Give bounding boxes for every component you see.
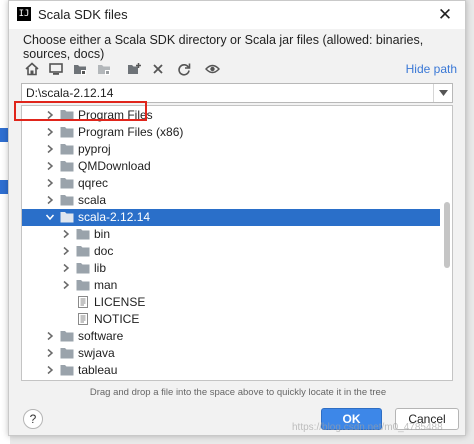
tree-row-label: pyproj	[78, 142, 111, 156]
tree-row-label: tableau	[78, 363, 118, 377]
home-icon[interactable]	[23, 60, 41, 78]
chevron-right-icon[interactable]	[44, 143, 56, 155]
path-value: D:\scala-2.12.14	[26, 86, 114, 100]
folder-icon	[60, 177, 74, 189]
folder-icon	[60, 211, 74, 223]
tree-row-label: scala	[78, 193, 107, 207]
chevron-right-icon[interactable]	[44, 160, 56, 172]
folder-icon	[76, 279, 90, 291]
tree-file-row[interactable]: NOTICE	[22, 311, 440, 328]
tree-row-label: man	[94, 278, 118, 292]
close-icon[interactable]: ✕	[433, 3, 457, 27]
show-hidden-icon[interactable]	[203, 60, 221, 78]
tree-folder-row[interactable]: tableau	[22, 362, 440, 379]
folder-icon	[60, 364, 74, 376]
tree-folder-row[interactable]: swjava	[22, 345, 440, 362]
chevron-right-icon[interactable]	[44, 109, 56, 121]
desktop-icon[interactable]	[47, 60, 65, 78]
tree-row-label: bin	[94, 227, 111, 241]
project-folder-icon[interactable]	[71, 60, 89, 78]
tree-row-label: NOTICE	[94, 312, 140, 326]
chevron-right-icon[interactable]	[60, 262, 72, 274]
tree-row-label: qqrec	[78, 176, 109, 190]
dialog-title: Scala SDK files	[38, 7, 128, 22]
folder-icon	[60, 143, 74, 155]
chevron-right-icon[interactable]	[60, 279, 72, 291]
chevron-right-icon[interactable]	[44, 177, 56, 189]
folder-icon	[60, 194, 74, 206]
tree-folder-row[interactable]: software	[22, 328, 440, 345]
tree-row-label: software	[78, 329, 124, 343]
tree-folder-row[interactable]: doc	[22, 243, 440, 260]
chevron-right-icon[interactable]	[60, 245, 72, 257]
tree-row-label: LICENSE	[94, 295, 146, 309]
chevron-right-icon[interactable]	[44, 126, 56, 138]
drag-drop-hint: Drag and drop a file into the space abov…	[89, 387, 387, 398]
title-bar[interactable]: IJ Scala SDK files ✕	[9, 1, 465, 29]
text-file-icon	[76, 296, 90, 308]
tree-folder-row[interactable]: scala-2.12.14	[22, 209, 440, 226]
folder-icon	[76, 245, 90, 257]
chevron-right-icon[interactable]	[44, 364, 56, 376]
tree-folder-row[interactable]: man	[22, 277, 440, 294]
folder-icon	[76, 228, 90, 240]
tree-file-row[interactable]: LICENSE	[22, 294, 440, 311]
chevron-right-icon[interactable]	[60, 228, 72, 240]
tree-row-label: doc	[94, 244, 114, 258]
hide-path-link[interactable]: Hide path	[406, 62, 457, 76]
tree-row-label: QMDownload	[78, 159, 151, 173]
tree-folder-row[interactable]: pyproj	[22, 141, 440, 158]
intellij-logo-icon: IJ	[17, 7, 31, 21]
tree-row-label: Program Files (x86)	[78, 125, 184, 139]
file-chooser-toolbar: Hide path	[23, 60, 463, 80]
chevron-down-icon[interactable]	[433, 84, 452, 102]
chevron-down-icon[interactable]	[44, 211, 56, 223]
tree-folder-row[interactable]: Program Files (x86)	[22, 124, 440, 141]
scala-sdk-files-dialog: IJ Scala SDK files ✕ Choose either a Sca…	[8, 0, 466, 436]
tree-folder-row[interactable]: bin	[22, 226, 440, 243]
chevron-right-icon[interactable]	[44, 347, 56, 359]
tree-row-label: Program Files	[78, 108, 153, 122]
tree-folder-row[interactable]: QMDownload	[22, 158, 440, 175]
folder-icon	[60, 347, 74, 359]
tree-row-label: scala-2.12.14	[78, 210, 151, 224]
tree-row-label: swjava	[78, 346, 115, 360]
watermark: https://blog.csdn.net/m0_4785488	[292, 422, 443, 433]
refresh-icon[interactable]	[175, 60, 193, 78]
folder-icon	[60, 126, 74, 138]
help-button[interactable]: ?	[23, 409, 43, 429]
tree-folder-row[interactable]: Program Files	[22, 107, 440, 124]
folder-icon	[60, 330, 74, 342]
tree-scrollbar[interactable]	[444, 202, 450, 268]
folder-icon	[76, 262, 90, 274]
tree-row-label: lib	[94, 261, 107, 275]
path-field[interactable]: D:\scala-2.12.14	[21, 83, 453, 103]
delete-icon[interactable]	[149, 60, 167, 78]
text-file-icon	[76, 313, 90, 325]
folder-icon	[60, 109, 74, 121]
module-folder-icon[interactable]	[95, 60, 113, 78]
chevron-right-icon[interactable]	[44, 330, 56, 342]
folder-icon	[60, 160, 74, 172]
file-tree[interactable]: Program Files Program Files (x86) pyproj QM…	[21, 105, 453, 381]
dialog-description: Choose either a Scala SDK directory or S…	[23, 33, 424, 61]
tree-folder-row[interactable]: scala	[22, 192, 440, 209]
tree-folder-row[interactable]: qqrec	[22, 175, 440, 192]
chevron-right-icon[interactable]	[44, 194, 56, 206]
tree-folder-row[interactable]: lib	[22, 260, 440, 277]
new-folder-icon[interactable]	[125, 60, 143, 78]
